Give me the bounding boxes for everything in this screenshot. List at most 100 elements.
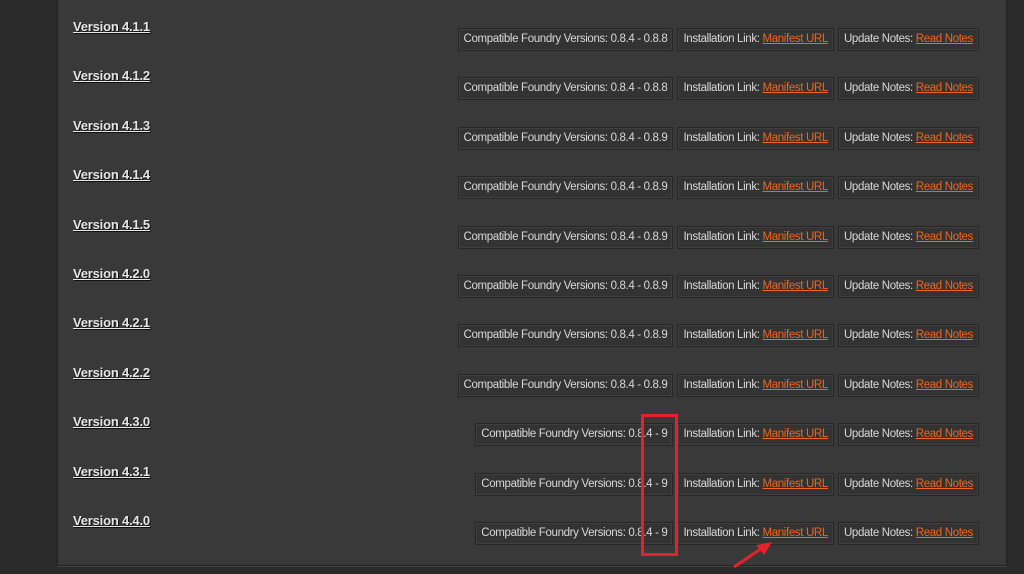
notes-label: Update Notes: xyxy=(843,527,913,539)
version-row: Version 4.1.3 Compatible Foundry Version… xyxy=(58,118,1006,158)
install-label: Installation Link: xyxy=(683,280,760,292)
update-notes-box: Update Notes: Read Notes xyxy=(837,126,979,150)
version-info: Compatible Foundry Versions: 0.8.4 - 0.8… xyxy=(457,324,979,348)
compatible-versions: Compatible Foundry Versions: 0.8.4 - 0.8… xyxy=(457,275,674,298)
read-notes-link[interactable]: Read Notes xyxy=(916,33,974,45)
manifest-url-link[interactable]: Manifest URL xyxy=(762,280,828,292)
version-info: Compatible Foundry Versions: 0.8.4 - 9 I… xyxy=(475,522,979,545)
version-info: Compatible Foundry Versions: 0.8.4 - 9 I… xyxy=(475,472,979,496)
update-notes-box: Update Notes: Read Notes xyxy=(837,423,979,447)
compatible-versions: Compatible Foundry Versions: 0.8.4 - 0.8… xyxy=(457,225,674,249)
read-notes-link[interactable]: Read Notes xyxy=(916,329,974,341)
read-notes-link[interactable]: Read Notes xyxy=(916,181,974,193)
notes-label: Update Notes: xyxy=(843,280,913,292)
version-link[interactable]: Version 4.1.4 xyxy=(73,167,150,182)
update-notes-box: Update Notes: Read Notes xyxy=(837,522,979,545)
version-link[interactable]: Version 4.2.0 xyxy=(73,266,150,281)
manifest-url-link[interactable]: Manifest URL xyxy=(762,329,828,341)
version-row: Version 4.2.0 Compatible Foundry Version… xyxy=(58,266,1006,306)
read-notes-link[interactable]: Read Notes xyxy=(916,478,974,490)
version-link[interactable]: Version 4.3.1 xyxy=(73,464,150,479)
version-row: Version 4.1.2 Compatible Foundry Version… xyxy=(58,68,1006,108)
version-link[interactable]: Version 4.4.0 xyxy=(73,513,150,528)
install-label: Installation Link: xyxy=(683,230,760,243)
install-label: Installation Link: xyxy=(683,33,760,45)
installation-link-box: Installation Link: Manifest URL xyxy=(677,126,834,150)
notes-label: Update Notes: xyxy=(843,131,913,144)
update-notes-box: Update Notes: Read Notes xyxy=(837,176,979,200)
version-link[interactable]: Version 4.2.1 xyxy=(73,315,150,330)
version-info: Compatible Foundry Versions: 0.8.4 - 0.8… xyxy=(457,77,979,101)
installation-link-box: Installation Link: Manifest URL xyxy=(677,324,834,348)
version-info: Compatible Foundry Versions: 0.8.4 - 0.8… xyxy=(457,126,979,150)
version-info: Compatible Foundry Versions: 0.8.4 - 0.8… xyxy=(457,275,979,298)
notes-label: Update Notes: xyxy=(843,378,913,391)
update-notes-box: Update Notes: Read Notes xyxy=(837,472,979,496)
version-info: Compatible Foundry Versions: 0.8.4 - 0.8… xyxy=(457,176,979,200)
manifest-url-link[interactable]: Manifest URL xyxy=(762,428,828,440)
read-notes-link[interactable]: Read Notes xyxy=(916,132,974,144)
manifest-url-link[interactable]: Manifest URL xyxy=(762,33,828,45)
read-notes-link[interactable]: Read Notes xyxy=(916,428,974,440)
version-row: Version 4.2.2 Compatible Foundry Version… xyxy=(58,365,1006,405)
read-notes-link[interactable]: Read Notes xyxy=(916,527,974,539)
version-link[interactable]: Version 4.1.1 xyxy=(73,19,150,34)
install-label: Installation Link: xyxy=(683,378,760,391)
read-notes-link[interactable]: Read Notes xyxy=(916,82,974,94)
compatible-versions: Compatible Foundry Versions: 0.8.4 - 0.8… xyxy=(457,28,674,51)
installation-link-box: Installation Link: Manifest URL xyxy=(677,373,834,397)
update-notes-box: Update Notes: Read Notes xyxy=(837,373,979,397)
manifest-url-link[interactable]: Manifest URL xyxy=(762,231,828,243)
read-notes-link[interactable]: Read Notes xyxy=(916,280,974,292)
manifest-url-link[interactable]: Manifest URL xyxy=(762,82,828,94)
compatible-versions: Compatible Foundry Versions: 0.8.4 - 0.8… xyxy=(457,324,674,348)
install-label: Installation Link: xyxy=(683,428,760,441)
read-notes-link[interactable]: Read Notes xyxy=(916,231,974,243)
version-link[interactable]: Version 4.1.5 xyxy=(73,217,150,232)
update-notes-box: Update Notes: Read Notes xyxy=(837,28,979,51)
notes-label: Update Notes: xyxy=(843,477,913,490)
notes-label: Update Notes: xyxy=(843,428,913,441)
version-link[interactable]: Version 4.1.3 xyxy=(73,118,150,133)
install-label: Installation Link: xyxy=(683,477,760,490)
version-info: Compatible Foundry Versions: 0.8.4 - 0.8… xyxy=(457,373,979,397)
update-notes-box: Update Notes: Read Notes xyxy=(837,275,979,298)
version-link[interactable]: Version 4.1.2 xyxy=(73,68,150,83)
manifest-url-link[interactable]: Manifest URL xyxy=(762,181,828,193)
version-row: Version 4.1.4 Compatible Foundry Version… xyxy=(58,167,1006,207)
version-info: Compatible Foundry Versions: 0.8.4 - 9 I… xyxy=(475,423,979,447)
annotation-arrow-icon xyxy=(733,542,772,569)
compatible-versions: Compatible Foundry Versions: 0.8.4 - 0.8… xyxy=(457,373,674,397)
version-row: Version 4.3.0 Compatible Foundry Version… xyxy=(58,414,1006,454)
installation-link-box: Installation Link: Manifest URL xyxy=(677,77,834,101)
version-row: Version 4.4.0 Compatible Foundry Version… xyxy=(58,513,1006,553)
version-link[interactable]: Version 4.3.0 xyxy=(73,414,150,429)
notes-label: Update Notes: xyxy=(843,82,913,95)
manifest-url-link[interactable]: Manifest URL xyxy=(762,379,828,391)
version-info: Compatible Foundry Versions: 0.8.4 - 0.8… xyxy=(457,28,979,51)
manifest-url-link[interactable]: Manifest URL xyxy=(762,132,828,144)
version-row: Version 4.3.1 Compatible Foundry Version… xyxy=(58,464,1006,504)
version-link[interactable]: Version 4.2.2 xyxy=(73,365,150,380)
highlight-annotation-box xyxy=(641,414,678,556)
versions-panel: Version 4.1.1 Compatible Foundry Version… xyxy=(57,0,1007,566)
installation-link-box: Installation Link: Manifest URL xyxy=(677,472,834,496)
installation-link-box: Installation Link: Manifest URL xyxy=(677,423,834,447)
update-notes-box: Update Notes: Read Notes xyxy=(837,225,979,249)
update-notes-box: Update Notes: Read Notes xyxy=(837,324,979,348)
read-notes-link[interactable]: Read Notes xyxy=(916,379,974,391)
version-info: Compatible Foundry Versions: 0.8.4 - 0.8… xyxy=(457,225,979,249)
installation-link-box: Installation Link: Manifest URL xyxy=(677,176,834,200)
notes-label: Update Notes: xyxy=(843,230,913,243)
compatible-versions: Compatible Foundry Versions: 0.8.4 - 0.8… xyxy=(457,77,674,101)
installation-link-box: Installation Link: Manifest URL xyxy=(677,28,834,51)
version-row: Version 4.2.1 Compatible Foundry Version… xyxy=(58,315,1006,355)
manifest-url-link[interactable]: Manifest URL xyxy=(762,478,828,490)
install-label: Installation Link: xyxy=(683,181,760,194)
version-row: Version 4.1.5 Compatible Foundry Version… xyxy=(58,217,1006,257)
installation-link-box: Installation Link: Manifest URL xyxy=(677,275,834,298)
version-row: Version 4.1.1 Compatible Foundry Version… xyxy=(58,19,1006,59)
install-label: Installation Link: xyxy=(683,131,760,144)
compatible-versions: Compatible Foundry Versions: 0.8.4 - 0.8… xyxy=(457,176,674,200)
install-label: Installation Link: xyxy=(683,329,760,342)
